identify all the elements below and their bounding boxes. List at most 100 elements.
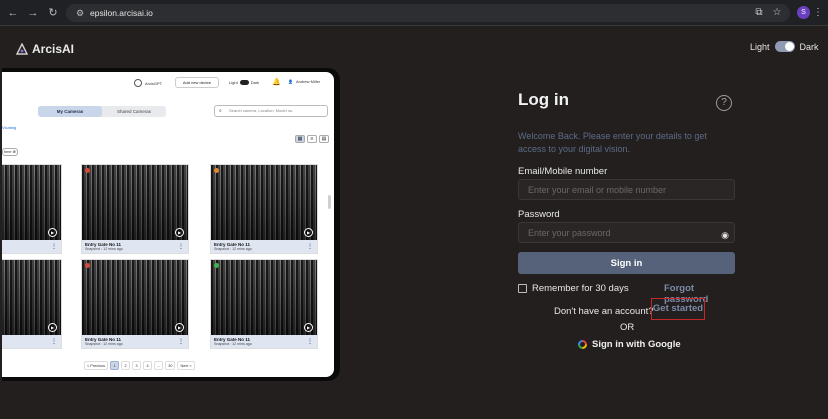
play-icon: ▶ <box>48 323 57 332</box>
play-icon: ▶ <box>175 228 184 237</box>
camera-card: ▶Entry Gate No 11Snapshot : 12 mins ago⋮ <box>2 259 62 349</box>
play-icon: ▶ <box>304 323 313 332</box>
camera-title: Entry Gate No 11 <box>85 337 122 342</box>
show-password-eye-icon[interactable]: ◉ <box>719 230 731 240</box>
preview-theme-light: Light <box>229 80 238 85</box>
card-menu-icon: ⋮ <box>51 244 57 250</box>
page-number: 2 <box>121 361 131 370</box>
remember-checkbox[interactable] <box>518 284 527 293</box>
page-number: 3 <box>132 361 142 370</box>
camera-card: ▶Entry Gate No 11Snapshot : 12 mins ago⋮ <box>2 164 62 254</box>
camera-snapshot: ▶ <box>211 260 317 335</box>
reload-icon[interactable]: ↻ <box>46 6 60 20</box>
help-icon[interactable]: ? <box>716 95 732 111</box>
preview-theme-switch: Light Dark <box>229 80 259 85</box>
preview-topbar: ArcisGPT Add new device Light Dark 🔔 👤 A… <box>2 72 334 94</box>
preview-theme-dark: Dark <box>250 80 260 85</box>
tab-shared-cameras: Shared Cameras <box>116 109 152 114</box>
or-divider: OR <box>620 322 635 333</box>
camera-snapshot: ▶ <box>2 165 61 240</box>
arcisai-logo-icon <box>16 43 28 55</box>
browser-menu-icon[interactable]: ⋮ <box>813 6 823 20</box>
email-label: Email/Mobile number <box>518 166 608 177</box>
email-field[interactable] <box>518 179 735 200</box>
no-account-text: Don't have an account? <box>554 306 654 317</box>
page-number: 4 <box>143 361 153 370</box>
card-menu-icon: ⋮ <box>307 339 313 345</box>
play-icon: ▶ <box>48 228 57 237</box>
sign-in-button[interactable]: Sign in <box>518 252 735 274</box>
theme-light-label: Light <box>750 41 770 52</box>
login-title: Log in <box>518 90 569 109</box>
view-switcher: ▦ ≡ ▤ <box>295 135 329 143</box>
preview-link: Vicating <box>2 125 17 130</box>
cast-icon[interactable]: ⧉ <box>752 6 766 20</box>
profile-avatar[interactable]: S <box>797 6 810 19</box>
camera-title: Entry Gate No 11 <box>214 337 251 342</box>
preview-screen: ArcisGPT Add new device Light Dark 🔔 👤 A… <box>2 72 334 377</box>
map-view-icon: ▤ <box>319 135 329 143</box>
camera-title: Entry Gate No 11 <box>85 242 122 247</box>
camera-status-dot <box>85 168 90 173</box>
search-icon: ⌕ <box>219 108 222 114</box>
page-next: Next > <box>177 361 195 370</box>
back-icon[interactable]: ← <box>6 6 20 20</box>
preview-search-input: ⌕ Search camera, Location, Model no. <box>214 105 328 117</box>
page-prev: < Previous <box>84 361 109 370</box>
url-text: epsilon.arcisai.io <box>90 8 153 18</box>
camera-card: ▶Entry Gate No 11Snapshot : 12 mins ago⋮ <box>210 259 318 349</box>
get-started-link[interactable]: Get started <box>651 298 705 320</box>
theme-toggle[interactable] <box>774 41 795 52</box>
preview-toggle <box>239 80 249 85</box>
gpt-label: ArcisGPT <box>145 80 163 86</box>
camera-snapshot-time: Snapshot : 12 mins ago <box>85 342 123 346</box>
camera-status-dot <box>214 168 219 173</box>
address-bar[interactable]: ⚙ epsilon.arcisai.io <box>66 4 790 22</box>
preview-search-placeholder: Search camera, Location, Model no. <box>229 108 294 113</box>
camera-snapshot: ▶ <box>82 260 188 335</box>
camera-snapshot: ▶ <box>82 165 188 240</box>
card-menu-icon: ⋮ <box>178 339 184 345</box>
page-number: 1 <box>110 361 120 370</box>
list-view-icon: ≡ <box>307 135 317 143</box>
site-info-icon[interactable]: ⚙ <box>74 7 86 19</box>
preview-tabs: My Cameras Shared Cameras <box>38 106 166 117</box>
preview-gpt: ArcisGPT <box>134 79 162 87</box>
gpt-icon <box>134 79 142 87</box>
remember-me[interactable]: Remember for 30 days <box>518 283 629 294</box>
camera-title: Entry Gate No 11 <box>214 242 251 247</box>
password-field[interactable] <box>518 222 735 243</box>
user-icon: 👤 <box>288 79 293 84</box>
brand-logo: ArcisAI <box>16 40 74 58</box>
theme-dark-label: Dark <box>799 41 819 52</box>
theme-switch[interactable]: Light Dark <box>750 41 819 52</box>
play-icon: ▶ <box>175 323 184 332</box>
camera-card: ▶ Entry Gate No 11Snapshot : 12 mins ago ⋮ <box>81 259 189 349</box>
device-preview: ArcisGPT Add new device Light Dark 🔔 👤 A… <box>2 68 340 381</box>
camera-snapshot: ▶ <box>2 260 61 335</box>
camera-snapshot-time: Snapshot : 12 mins ago <box>85 247 123 251</box>
password-label: Password <box>518 209 560 220</box>
camera-card: ▶ Entry Gate No 11Snapshot : 12 mins ago ⋮ <box>81 164 189 254</box>
preview-scrollbar <box>328 195 331 209</box>
filter-chip: time ⊗ <box>2 148 18 156</box>
toggle-knob <box>784 42 794 51</box>
browser-toolbar: ← → ↻ ⚙ epsilon.arcisai.io ⧉ ☆ S ⋮ <box>0 0 828 26</box>
google-sign-in-button[interactable]: Sign in with Google <box>578 339 681 350</box>
remember-label: Remember for 30 days <box>532 283 629 294</box>
preview-user-name: Andrew Miller <box>295 79 321 84</box>
google-icon <box>578 340 587 349</box>
brand-name: ArcisAI <box>32 42 75 56</box>
card-menu-icon: ⋮ <box>307 244 313 250</box>
welcome-text: Welcome Back. Please enter your details … <box>518 131 707 154</box>
page-number: 30 <box>165 361 176 370</box>
camera-snapshot-time: Snapshot : 12 mins ago <box>214 247 252 251</box>
card-menu-icon: ⋮ <box>178 244 184 250</box>
bookmark-star-icon[interactable]: ☆ <box>770 6 784 20</box>
forward-icon[interactable]: → <box>26 6 40 20</box>
preview-user: 👤 Andrew Miller <box>288 79 320 84</box>
filter-chip-label: time <box>4 149 12 154</box>
card-menu-icon: ⋮ <box>51 339 57 345</box>
grid-view-icon: ▦ <box>295 135 305 143</box>
google-sign-in-label: Sign in with Google <box>592 339 681 350</box>
